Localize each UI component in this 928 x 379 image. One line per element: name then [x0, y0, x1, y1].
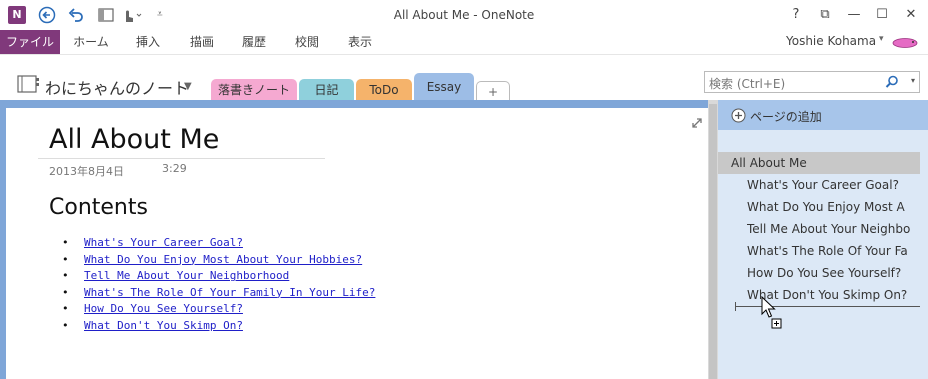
contents-heading[interactable]: Contents [49, 195, 148, 220]
page-link-family-role[interactable]: What's The Role Of Your Family In Your L… [84, 286, 375, 299]
drag-copy-cursor-icon [761, 296, 782, 329]
expand-page-icon[interactable] [690, 116, 704, 130]
notebook-bar: わにちゃんのノート ▼ 落書きノート 日記 ToDo Essay + 検索 (C… [0, 54, 928, 101]
tab-view[interactable]: 表示 [336, 30, 384, 54]
notebook-icon [17, 75, 39, 93]
list-item: • Tell Me About Your Neighborhood [62, 268, 375, 285]
subpage-item[interactable]: How Do You See Yourself? [747, 262, 911, 284]
list-item: • What's The Role Of Your Family In Your … [62, 285, 375, 302]
search-box[interactable]: 検索 (Ctrl+E) ▾ [704, 71, 920, 93]
page-link-see-yourself[interactable]: How Do You See Yourself? [84, 302, 243, 315]
add-page-icon[interactable] [731, 108, 746, 123]
page-link-hobbies[interactable]: What Do You Enjoy Most About Your Hobbie… [84, 253, 362, 266]
page-scrollbar-thumb[interactable] [709, 104, 717, 379]
tab-home[interactable]: ホーム [66, 30, 116, 54]
search-input[interactable]: 検索 (Ctrl+E) [709, 75, 785, 92]
subpage-item[interactable]: What's The Role Of Your Fa [747, 240, 911, 262]
search-icon[interactable] [885, 75, 899, 89]
tab-draw[interactable]: 描画 [178, 30, 226, 54]
page-link-career-goal[interactable]: What's Your Career Goal? [84, 236, 243, 249]
tab-file[interactable]: ファイル [0, 30, 60, 54]
maximize-button[interactable]: ☐ [872, 6, 892, 24]
tab-insert[interactable]: 挿入 [124, 30, 172, 54]
ribbon-tabs: ファイル ホーム 挿入 描画 履歴 校閲 表示 Yoshie Kohama ▾ [0, 30, 928, 54]
add-section-button[interactable]: + [476, 81, 510, 101]
minimize-button[interactable]: — [844, 6, 864, 24]
page-link-skimp-on[interactable]: What Don't You Skimp On? [84, 319, 243, 332]
subpage-item[interactable]: What's Your Career Goal? [747, 174, 911, 196]
add-page-label[interactable]: ページの追加 [750, 108, 822, 125]
bullet: • [62, 236, 69, 249]
list-item: • What Do You Enjoy Most About Your Hobbi… [62, 252, 375, 269]
user-avatar[interactable] [891, 36, 919, 48]
notebook-caret-icon[interactable]: ▼ [184, 81, 192, 92]
subpage-item[interactable]: Tell Me About Your Neighbo [747, 218, 911, 240]
page-item-all-about-me[interactable]: All About Me [731, 152, 916, 174]
user-menu-caret[interactable]: ▾ [879, 34, 884, 44]
full-page-view-icon[interactable]: ⧉ [815, 6, 835, 24]
section-tab-essay[interactable]: Essay [414, 73, 474, 101]
bullet: • [62, 318, 69, 332]
help-button[interactable]: ? [786, 6, 806, 24]
list-item: • What Don't You Skimp On? [62, 318, 375, 335]
title-bar: N ⩡ All About Me - OneNote ? ⧉ — ☐ ✕ [0, 0, 928, 30]
contents-link-list: • What's Your Career Goal? • What Do You E… [62, 235, 375, 335]
search-scope-caret[interactable]: ▾ [911, 76, 915, 85]
section-tab-rakugaki[interactable]: 落書きノート [211, 79, 297, 101]
subpage-item[interactable]: What Do You Enjoy Most A [747, 196, 911, 218]
page-link-neighborhood[interactable]: Tell Me About Your Neighborhood [84, 269, 289, 282]
title-underline [38, 158, 325, 159]
section-tab-todo[interactable]: ToDo [356, 79, 412, 101]
section-tab-nikki[interactable]: 日記 [299, 79, 354, 101]
page-title[interactable]: All About Me [49, 124, 219, 155]
page-date: 2013年8月4日 [49, 165, 124, 178]
tab-review[interactable]: 校閲 [283, 30, 331, 54]
bullet: • [62, 302, 69, 316]
notebook-name[interactable]: わにちゃんのノート [45, 75, 189, 99]
bullet: • [62, 269, 69, 283]
bullet: • [62, 285, 69, 299]
close-button[interactable]: ✕ [901, 6, 921, 24]
bullet: • [62, 252, 69, 266]
page-time: 3:29 [162, 162, 187, 175]
list-item: • How Do You See Yourself? [62, 301, 375, 318]
tab-history[interactable]: 履歴 [230, 30, 278, 54]
list-item: • What's Your Career Goal? [62, 235, 375, 252]
user-name[interactable]: Yoshie Kohama [786, 34, 876, 48]
